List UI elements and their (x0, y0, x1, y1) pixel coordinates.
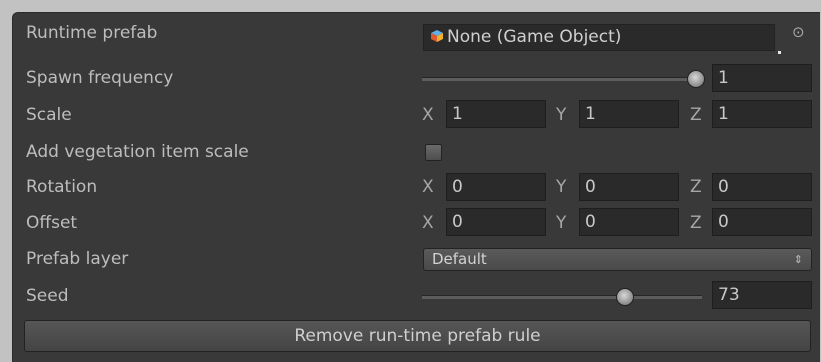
drag-dot (778, 51, 781, 54)
seed-slider-thumb[interactable] (616, 288, 634, 306)
scale-z-field[interactable]: 1 (712, 100, 812, 128)
object-picker-icon[interactable]: ⊙ (792, 23, 805, 41)
seed-row: Seed 73 (13, 280, 821, 312)
seed-field[interactable]: 73 (712, 281, 812, 309)
rotation-z-axis-label: Z (690, 177, 702, 197)
runtime-prefab-field[interactable]: None (Game Object) (423, 24, 775, 51)
prefab-layer-dropdown[interactable]: Default ⇕ (423, 248, 812, 271)
add-vegetation-item-scale-row: Add vegetation item scale (13, 137, 821, 169)
spawn-frequency-row: Spawn frequency 1 (13, 62, 821, 94)
offset-y-axis-label: Y (556, 213, 567, 233)
offset-z-field[interactable]: 0 (712, 208, 812, 236)
spawn-frequency-label: Spawn frequency (26, 68, 174, 88)
runtime-prefab-value: None (Game Object) (447, 27, 622, 47)
prefab-layer-value: Default (432, 250, 487, 268)
rotation-x-axis-label: X (422, 177, 434, 197)
offset-x-axis-label: X (422, 213, 434, 233)
runtime-prefab-label: Runtime prefab (26, 23, 158, 43)
add-vegetation-item-scale-label: Add vegetation item scale (26, 142, 249, 162)
offset-y-field[interactable]: 0 (579, 208, 679, 236)
add-vegetation-item-scale-checkbox[interactable] (425, 144, 442, 161)
prefab-layer-row: Prefab layer Default ⇕ (13, 243, 821, 275)
rotation-y-field[interactable]: 0 (579, 173, 679, 201)
rotation-y-axis-label: Y (556, 177, 567, 197)
seed-slider-track[interactable] (422, 295, 702, 299)
spawn-frequency-slider-track[interactable] (422, 77, 698, 81)
prefab-layer-label: Prefab layer (26, 249, 129, 269)
scale-y-field[interactable]: 1 (579, 100, 679, 128)
scale-x-field[interactable]: 1 (446, 100, 546, 128)
scale-y-axis-label: Y (556, 105, 567, 125)
cube-icon (431, 30, 443, 42)
rotation-label: Rotation (26, 177, 98, 197)
prefab-rule-panel: Runtime prefab None (Game Object) ⊙ Spaw… (12, 12, 820, 362)
offset-z-axis-label: Z (690, 213, 702, 233)
remove-runtime-prefab-rule-button[interactable]: Remove run-time prefab rule (24, 320, 811, 352)
spawn-frequency-field[interactable]: 1 (712, 64, 812, 92)
rotation-row: Rotation X 0 Y 0 Z 0 (13, 171, 821, 203)
offset-label: Offset (26, 213, 78, 233)
runtime-prefab-row: Runtime prefab None (Game Object) ⊙ (13, 18, 821, 51)
offset-row: Offset X 0 Y 0 Z 0 (13, 207, 821, 239)
dropdown-arrows-icon: ⇕ (793, 253, 803, 266)
scale-z-axis-label: Z (690, 105, 702, 125)
spawn-frequency-slider-thumb[interactable] (687, 70, 705, 88)
seed-label: Seed (26, 286, 69, 306)
rotation-x-field[interactable]: 0 (446, 173, 546, 201)
scale-x-axis-label: X (422, 105, 434, 125)
rotation-z-field[interactable]: 0 (712, 173, 812, 201)
scale-row: Scale X 1 Y 1 Z 1 (13, 99, 821, 131)
offset-x-field[interactable]: 0 (446, 208, 546, 236)
scale-label: Scale (26, 105, 72, 125)
